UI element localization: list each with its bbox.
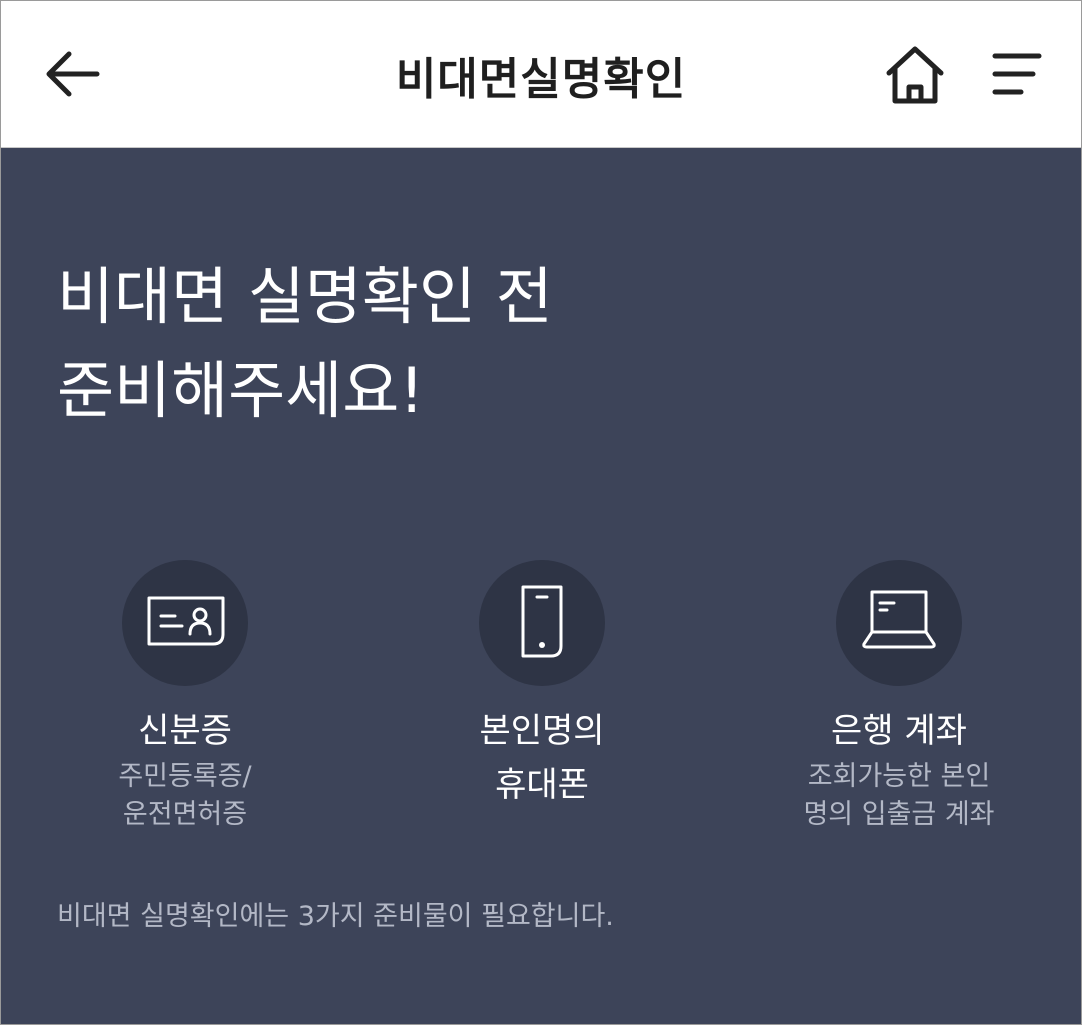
requirement-bank-account: 은행 계좌 조회가능한 본인 명의 입출금 계좌 <box>749 560 1049 834</box>
requirement-phone: 본인명의 휴대폰 <box>392 560 692 812</box>
footer-note: 비대면 실명확인에는 3가지 준비물이 필요합니다. <box>57 901 614 932</box>
hamburger-menu-icon <box>992 53 1042 95</box>
icon-circle <box>122 560 248 686</box>
icon-circle <box>479 560 605 686</box>
main-content: 비대면 실명확인 전 준비해주세요! 신분증 주민등록증/ 운전면허증 본인명의… <box>1 148 1081 1024</box>
item-description-line: 주민등록증/ <box>118 761 252 792</box>
item-description-line: 운전면허증 <box>122 799 248 830</box>
menu-button[interactable] <box>985 47 1049 101</box>
item-label-line: 본인명의 <box>479 711 605 751</box>
item-description-line: 명의 입출금 계좌 <box>803 799 995 830</box>
home-icon <box>886 46 944 104</box>
laptop-icon <box>862 590 936 649</box>
item-label-line: 휴대폰 <box>495 765 589 805</box>
item-label-line: 신분증 <box>138 711 232 751</box>
item-label: 은행 계좌 <box>749 704 1049 758</box>
home-button[interactable] <box>881 43 949 107</box>
smartphone-icon <box>521 585 563 658</box>
requirement-id-card: 신분증 주민등록증/ 운전면허증 <box>35 560 335 834</box>
icon-circle <box>836 560 962 686</box>
item-description: 주민등록증/ 운전면허증 <box>35 758 335 834</box>
app-frame: 비대면실명확인 비대면 실명확인 전 준비해주세요! 신분증 주민등록증/ 운전… <box>0 0 1082 1025</box>
item-label-line: 은행 계좌 <box>831 711 967 751</box>
item-description-line: 조회가능한 본인 <box>807 761 991 792</box>
id-card-icon <box>147 596 225 646</box>
headline: 비대면 실명확인 전 준비해주세요! <box>57 250 553 438</box>
item-label: 신분증 <box>35 704 335 758</box>
headline-line-2: 준비해주세요! <box>57 354 425 427</box>
headline-line-1: 비대면 실명확인 전 <box>57 260 553 333</box>
top-app-bar: 비대면실명확인 <box>1 1 1081 148</box>
item-label: 본인명의 휴대폰 <box>392 704 692 812</box>
item-description: 조회가능한 본인 명의 입출금 계좌 <box>749 758 1049 834</box>
